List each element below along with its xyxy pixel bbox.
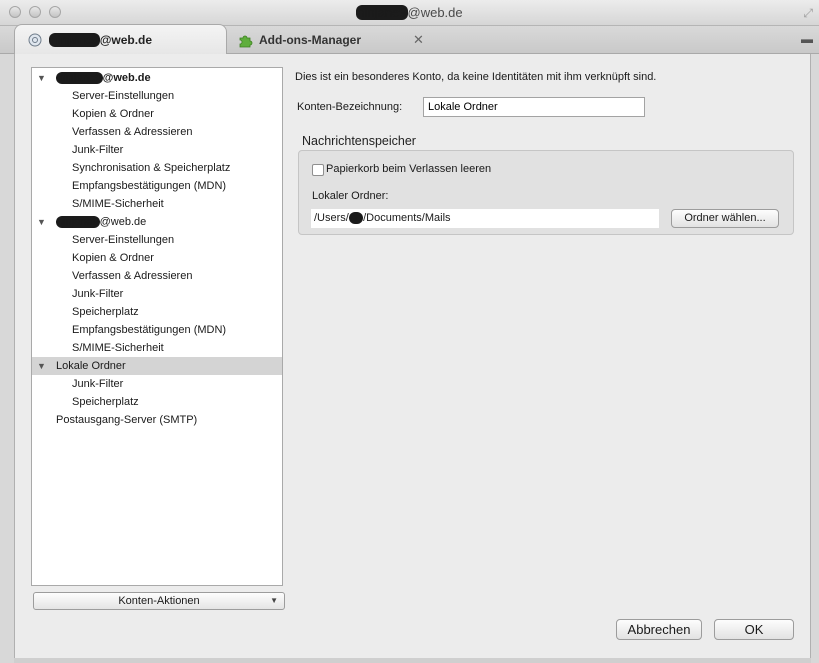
tree-item-composition[interactable]: Verfassen & Adressieren (32, 267, 282, 285)
mail-account-icon (27, 32, 43, 48)
tree-item-junk-filter[interactable]: Junk-Filter (32, 285, 282, 303)
background-window-edge (0, 54, 14, 663)
cancel-button[interactable]: Abbrechen (616, 619, 702, 640)
account-settings-content: ▼ ninjane9@web.de Server-Einstellungen K… (14, 54, 811, 658)
tab-strip: ninjane9 @web.de Add-ons-Manager ✕ ▬ (0, 24, 819, 55)
empty-trash-checkbox[interactable] (312, 164, 324, 176)
title-bar: ninjane9@web.de ⤢ (0, 0, 819, 26)
redacted-account-name: ninjane9 (56, 216, 100, 228)
ok-button[interactable]: OK (714, 619, 794, 640)
local-folder-path[interactable]: /Users/ab/Documents/Mails (311, 209, 659, 228)
expand-triangle-icon[interactable]: ▼ (37, 69, 46, 87)
puzzle-piece-icon (237, 32, 253, 48)
tree-account-2[interactable]: ▼ ninjane9@web.de (32, 213, 282, 231)
tree-item-smime[interactable]: S/MIME-Sicherheit (32, 195, 282, 213)
fullscreen-icon[interactable]: ⤢ (803, 6, 813, 21)
account-actions-button[interactable]: Konten-Aktionen ▼ (33, 592, 285, 610)
tree-item-composition[interactable]: Verfassen & Adressieren (32, 123, 282, 141)
redacted-username: ninjane9 (356, 5, 408, 20)
tree-local-folders[interactable]: ▼ Lokale Ordner (32, 357, 282, 375)
message-storage-title: Nachrichtenspeicher (302, 134, 416, 148)
redacted-account-name: ninjane9 (56, 72, 103, 84)
account-name-label: Konten-Bezeichnung: (297, 101, 403, 113)
account-info-text: Dies ist ein besonderes Konto, da keine … (295, 71, 657, 83)
tab-redacted-username: ninjane9 (49, 33, 100, 47)
tab-addons-manager[interactable]: Add-ons-Manager (235, 26, 435, 54)
background-window-edge-right (811, 54, 819, 663)
tree-item-storage[interactable]: Speicherplatz (32, 303, 282, 321)
tab-account-settings[interactable]: ninjane9 @web.de (14, 24, 227, 55)
empty-trash-label[interactable]: Papierkorb beim Verlassen leeren (326, 163, 491, 175)
account-name-input[interactable] (423, 97, 645, 117)
tree-item-return-receipts[interactable]: Empfangsbestätigungen (MDN) (32, 177, 282, 195)
account-tree[interactable]: ▼ ninjane9@web.de Server-Einstellungen K… (31, 67, 283, 586)
redacted-path-user: ab (348, 212, 364, 224)
tree-account-1[interactable]: ▼ ninjane9@web.de (32, 69, 282, 87)
tree-item-copies-folders[interactable]: Kopien & Ordner (32, 249, 282, 267)
tree-item-copies-folders[interactable]: Kopien & Ordner (32, 105, 282, 123)
window-title: ninjane9@web.de (356, 5, 463, 20)
tree-item-return-receipts[interactable]: Empfangsbestätigungen (MDN) (32, 321, 282, 339)
tree-item-server-settings[interactable]: Server-Einstellungen (32, 231, 282, 249)
dropdown-arrow-icon: ▼ (270, 596, 278, 605)
choose-folder-button[interactable]: Ordner wählen... (671, 209, 779, 228)
tab-list-icon[interactable]: ▬ (801, 32, 813, 46)
tree-item-smime[interactable]: S/MIME-Sicherheit (32, 339, 282, 357)
expand-triangle-icon[interactable]: ▼ (37, 213, 46, 231)
tree-item-storage[interactable]: Speicherplatz (32, 393, 282, 411)
tree-item-junk-filter[interactable]: Junk-Filter (32, 141, 282, 159)
close-tab-icon[interactable]: ✕ (413, 32, 424, 48)
tree-outgoing-server[interactable]: Postausgang-Server (SMTP) (32, 411, 282, 429)
local-folder-label: Lokaler Ordner: (312, 190, 389, 202)
expand-triangle-icon[interactable]: ▼ (37, 357, 46, 375)
tree-item-sync-storage[interactable]: Synchronisation & Speicherplatz (32, 159, 282, 177)
tree-item-server-settings[interactable]: Server-Einstellungen (32, 87, 282, 105)
tree-item-junk-filter[interactable]: Junk-Filter (32, 375, 282, 393)
